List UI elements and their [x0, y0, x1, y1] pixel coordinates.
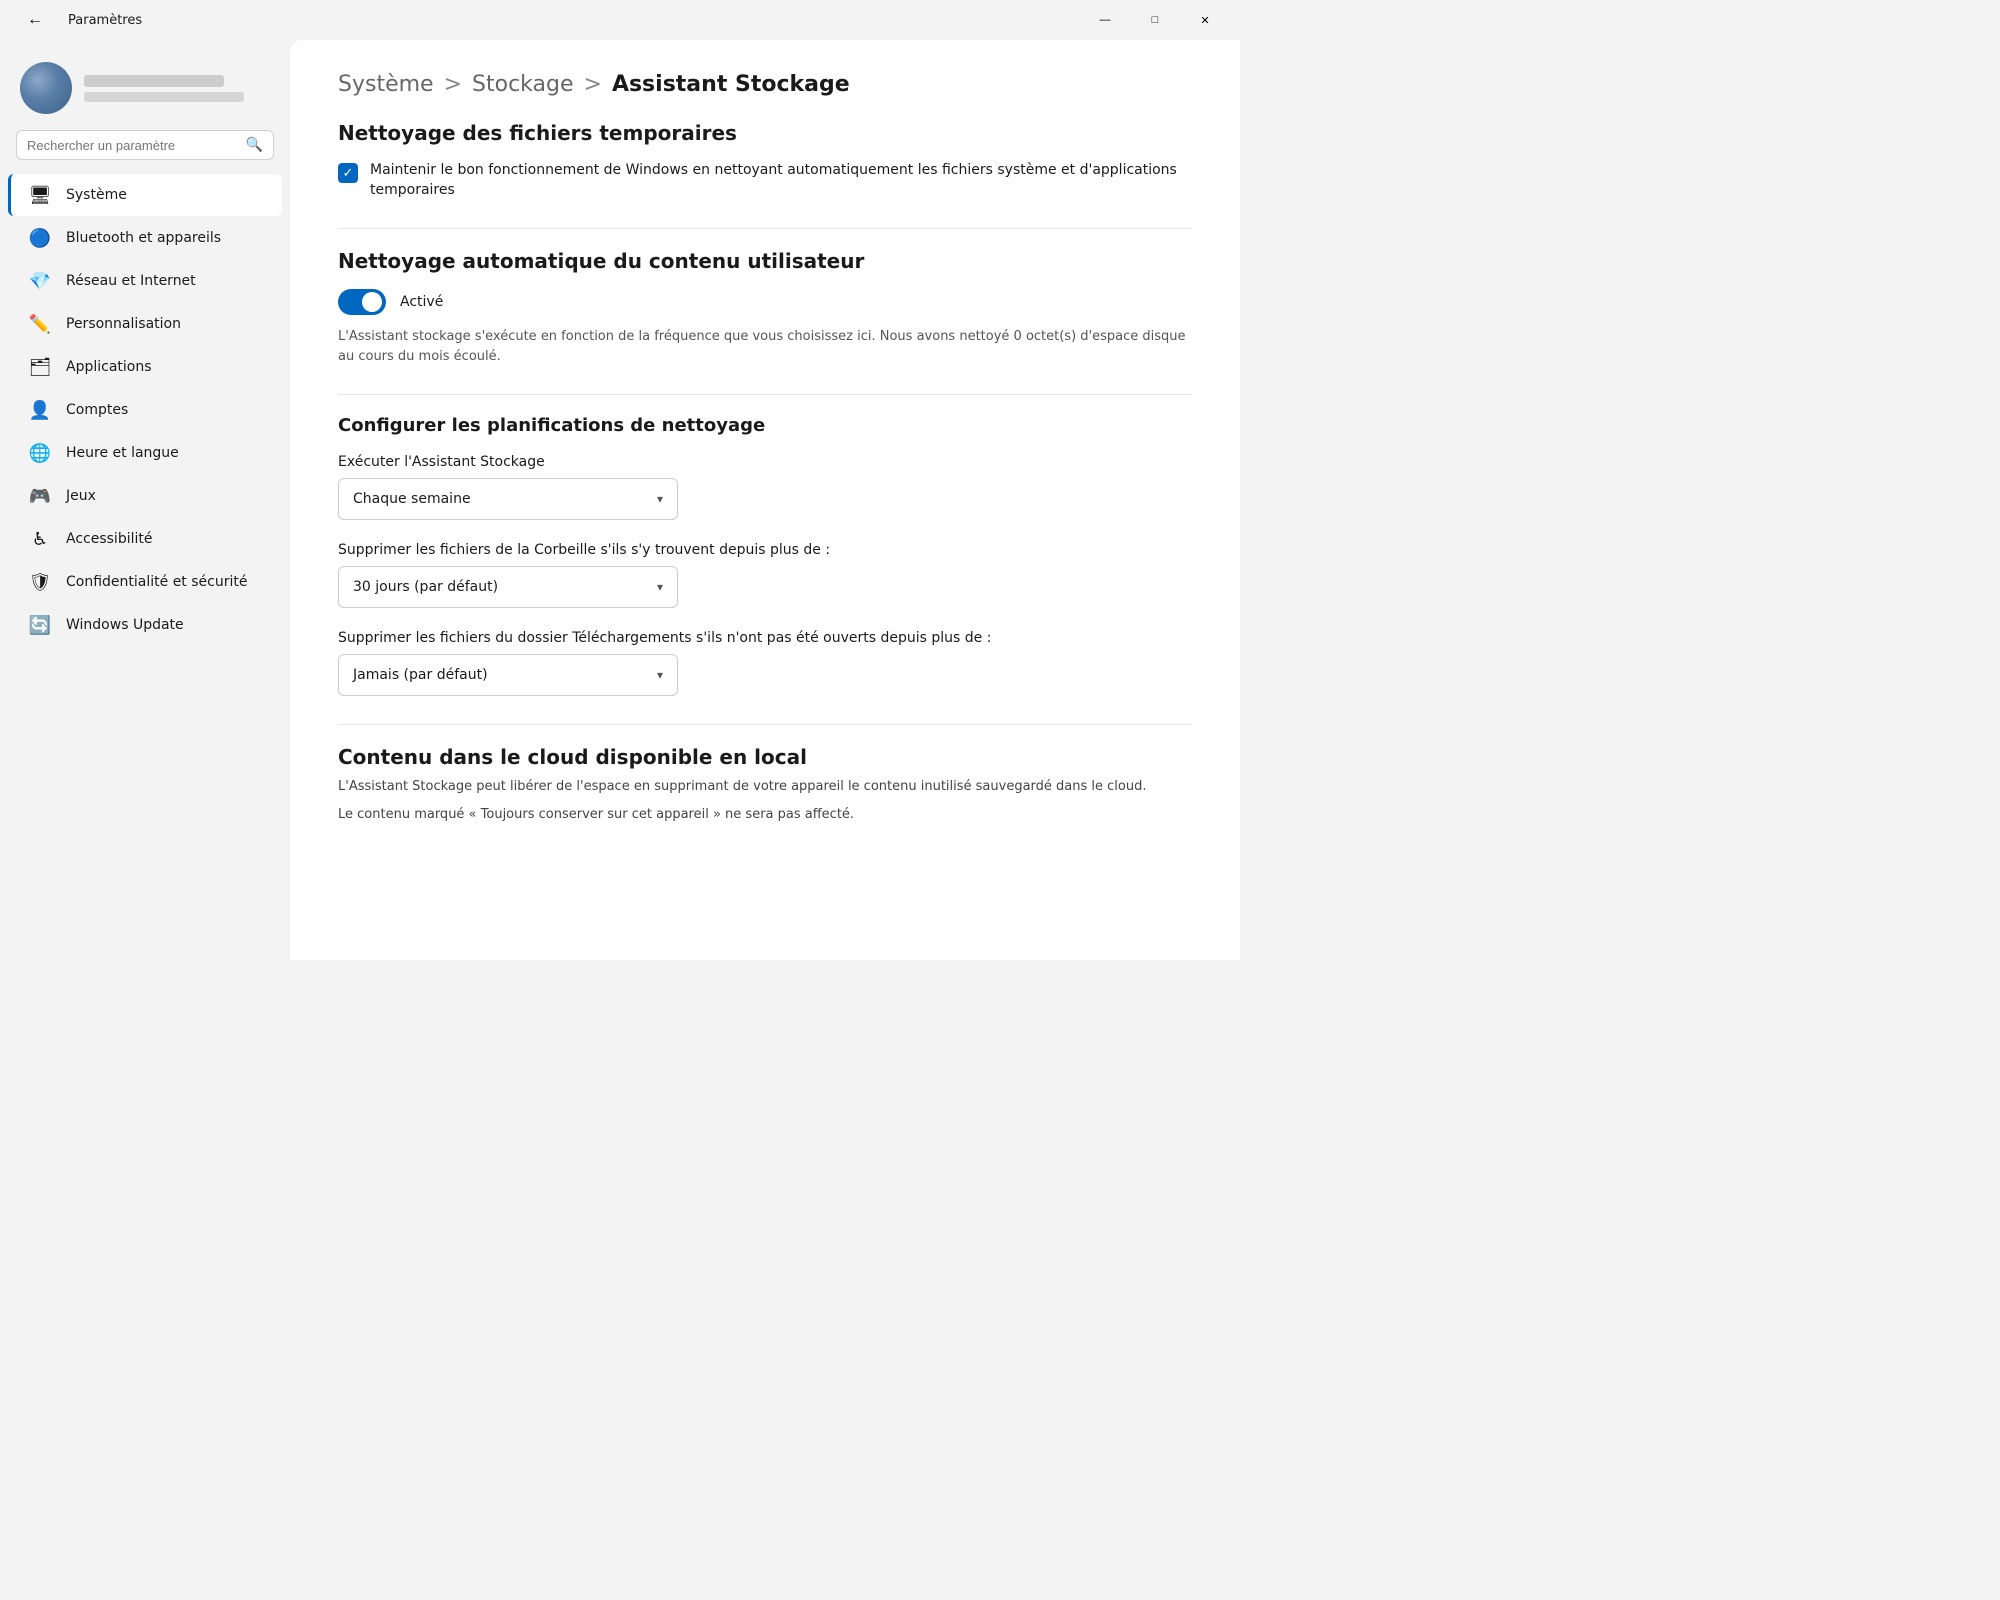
sidebar-item-applications[interactable]: 🗂 Applications	[8, 346, 282, 388]
title-bar: ← Paramètres — □ ✕	[0, 0, 1240, 40]
auto-cleanup-section: Nettoyage automatique du contenu utilisa…	[338, 249, 1192, 366]
run-label: Exécuter l'Assistant Stockage	[338, 454, 1192, 470]
windows-update-icon: 🔄	[28, 613, 52, 637]
auto-cleanup-description: L'Assistant stockage s'exécute en foncti…	[338, 327, 1192, 366]
corbeille-dropdown-arrow: ▾	[657, 580, 663, 594]
breadcrumb-sep2: >	[584, 72, 602, 97]
search-input[interactable]	[27, 138, 238, 153]
corbeille-dropdown[interactable]: 30 jours (par défaut) ▾	[338, 566, 678, 608]
cloud-title: Contenu dans le cloud disponible en loca…	[338, 745, 1192, 769]
corbeille-dropdown-wrapper: 30 jours (par défaut) ▾	[338, 566, 1192, 608]
personnalisation-icon: ✏️	[28, 312, 52, 336]
window-title: Paramètres	[68, 13, 142, 28]
sidebar-item-label: Bluetooth et appareils	[66, 230, 221, 246]
sidebar-item-reseau[interactable]: 💎 Réseau et Internet	[8, 260, 282, 302]
temp-files-section: Nettoyage des fichiers temporaires Maint…	[338, 121, 1192, 200]
sidebar-item-comptes[interactable]: 👤 Comptes	[8, 389, 282, 431]
user-profile	[0, 52, 290, 130]
maximize-button[interactable]: □	[1132, 4, 1178, 36]
sidebar-item-label: Confidentialité et sécurité	[66, 574, 247, 590]
sidebar-item-systeme[interactable]: 🖥 Système	[8, 174, 282, 216]
sidebar-item-label: Applications	[66, 359, 152, 375]
sidebar-item-label: Windows Update	[66, 617, 184, 633]
divider3	[338, 724, 1192, 725]
sidebar-item-accessibilite[interactable]: ♿ Accessibilité	[8, 518, 282, 560]
sidebar-item-confidentialite[interactable]: 🛡 Confidentialité et sécurité	[8, 561, 282, 603]
cloud-desc2: Le contenu marqué « Toujours conserver s…	[338, 805, 1192, 825]
telechargements-label: Supprimer les fichiers du dossier Téléch…	[338, 630, 1192, 646]
user-email	[84, 92, 244, 102]
user-name	[84, 75, 224, 87]
breadcrumb-sep1: >	[444, 72, 462, 97]
minimize-button[interactable]: —	[1082, 4, 1128, 36]
user-info	[84, 75, 244, 102]
reseau-icon: 💎	[28, 269, 52, 293]
auto-cleanup-title: Nettoyage automatique du contenu utilisa…	[338, 249, 1192, 273]
breadcrumb-part1: Système	[338, 72, 434, 97]
run-dropdown[interactable]: Chaque semaine ▾	[338, 478, 678, 520]
temp-files-title: Nettoyage des fichiers temporaires	[338, 121, 1192, 145]
run-dropdown-arrow: ▾	[657, 492, 663, 506]
breadcrumb: Système > Stockage > Assistant Stockage	[338, 72, 1192, 97]
accessibilite-icon: ♿	[28, 527, 52, 551]
sidebar-item-label: Comptes	[66, 402, 128, 418]
cloud-desc1: L'Assistant Stockage peut libérer de l'e…	[338, 777, 1192, 797]
telechargements-dropdown-value: Jamais (par défaut)	[353, 667, 488, 683]
toggle-knob	[362, 292, 382, 312]
jeux-icon: 🎮	[28, 484, 52, 508]
planning-title: Configurer les planifications de nettoya…	[338, 415, 1192, 436]
corbeille-label: Supprimer les fichiers de la Corbeille s…	[338, 542, 1192, 558]
cloud-section: Contenu dans le cloud disponible en loca…	[338, 745, 1192, 824]
telechargements-dropdown[interactable]: Jamais (par défaut) ▾	[338, 654, 678, 696]
auto-cleanup-toggle-row: Activé	[338, 289, 1192, 315]
breadcrumb-part3: Assistant Stockage	[612, 72, 850, 97]
sidebar-item-label: Système	[66, 187, 127, 203]
sidebar-item-label: Heure et langue	[66, 445, 179, 461]
heure-icon: 🌐	[28, 441, 52, 465]
confidentialite-icon: 🛡	[28, 570, 52, 594]
content-area: 🔍 🖥 Système 🔵 Bluetooth et appareils 💎 R…	[0, 40, 1240, 960]
settings-window: ← Paramètres — □ ✕ 🔍	[0, 0, 1240, 960]
back-button[interactable]: ←	[12, 4, 58, 36]
main-content: Système > Stockage > Assistant Stockage …	[290, 40, 1240, 960]
divider1	[338, 228, 1192, 229]
planning-section: Configurer les planifications de nettoya…	[338, 415, 1192, 696]
systeme-icon: 🖥	[28, 183, 52, 207]
breadcrumb-part2: Stockage	[472, 72, 573, 97]
divider2	[338, 394, 1192, 395]
window-controls: — □ ✕	[1082, 4, 1228, 36]
auto-cleanup-toggle-label: Activé	[400, 294, 443, 310]
sidebar-item-heure[interactable]: 🌐 Heure et langue	[8, 432, 282, 474]
search-icon: 🔍	[246, 137, 263, 153]
temp-files-checkbox[interactable]	[338, 163, 358, 183]
corbeille-dropdown-value: 30 jours (par défaut)	[353, 579, 498, 595]
telechargements-dropdown-arrow: ▾	[657, 668, 663, 682]
sidebar: 🔍 🖥 Système 🔵 Bluetooth et appareils 💎 R…	[0, 40, 290, 960]
bluetooth-icon: 🔵	[28, 226, 52, 250]
sidebar-item-personnalisation[interactable]: ✏️ Personnalisation	[8, 303, 282, 345]
sidebar-item-label: Accessibilité	[66, 531, 152, 547]
sidebar-item-label: Jeux	[66, 488, 96, 504]
sidebar-item-label: Personnalisation	[66, 316, 181, 332]
title-bar-left: ← Paramètres	[12, 4, 142, 36]
sidebar-item-windows-update[interactable]: 🔄 Windows Update	[8, 604, 282, 646]
sidebar-item-bluetooth[interactable]: 🔵 Bluetooth et appareils	[8, 217, 282, 259]
avatar	[20, 62, 72, 114]
run-dropdown-value: Chaque semaine	[353, 491, 471, 507]
search-box[interactable]: 🔍	[16, 130, 274, 160]
comptes-icon: 👤	[28, 398, 52, 422]
sidebar-item-jeux[interactable]: 🎮 Jeux	[8, 475, 282, 517]
temp-files-checkbox-label: Maintenir le bon fonctionnement de Windo…	[370, 161, 1192, 200]
close-button[interactable]: ✕	[1182, 4, 1228, 36]
sidebar-item-label: Réseau et Internet	[66, 273, 196, 289]
applications-icon: 🗂	[28, 355, 52, 379]
auto-cleanup-toggle[interactable]	[338, 289, 386, 315]
temp-files-checkbox-row: Maintenir le bon fonctionnement de Windo…	[338, 161, 1192, 200]
